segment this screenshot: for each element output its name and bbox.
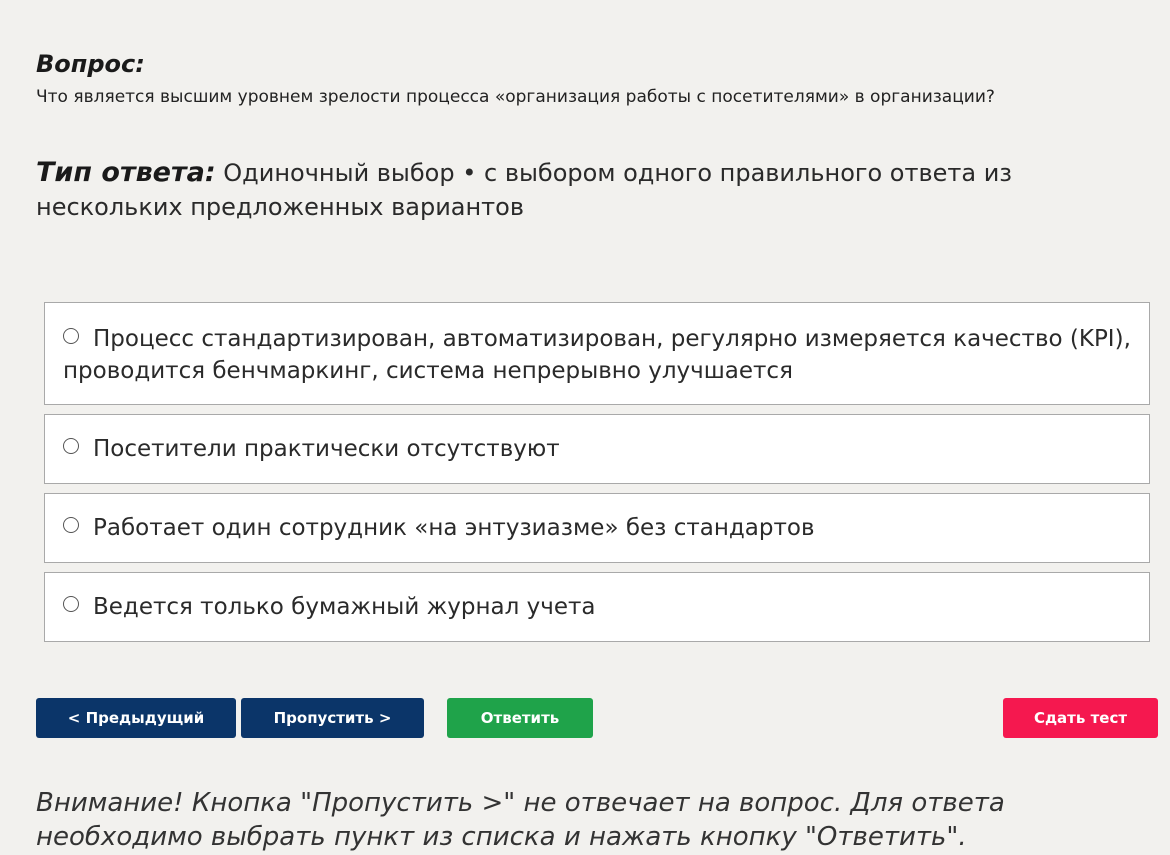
answer-options: Процесс стандартизирован, автоматизирова… bbox=[44, 302, 1150, 651]
option-3[interactable]: Работает один сотрудник «на энтузиазме» … bbox=[44, 493, 1150, 563]
question-text: Что является высшим уровнем зрелости про… bbox=[36, 87, 995, 107]
option-label: Ведется только бумажный журнал учета bbox=[93, 594, 596, 620]
question-label: Вопрос: bbox=[36, 50, 145, 78]
skip-notice: Внимание! Кнопка "Пропустить >" не отвеч… bbox=[36, 788, 1005, 852]
radio-icon[interactable] bbox=[63, 438, 79, 454]
previous-button[interactable]: < Предыдущий bbox=[36, 698, 236, 738]
option-label: Посетители практически отсутствуют bbox=[93, 436, 560, 462]
option-1[interactable]: Процесс стандартизирован, автоматизирова… bbox=[44, 302, 1150, 405]
option-label: Процесс стандартизирован, автоматизирова… bbox=[63, 326, 1131, 384]
option-4[interactable]: Ведется только бумажный журнал учета bbox=[44, 572, 1150, 642]
answer-type-label: Тип ответа: bbox=[36, 157, 216, 188]
answer-button[interactable]: Ответить bbox=[447, 698, 593, 738]
submit-test-button[interactable]: Сдать тест bbox=[1003, 698, 1158, 738]
radio-icon[interactable] bbox=[63, 596, 79, 612]
option-2[interactable]: Посетители практически отсутствуют bbox=[44, 414, 1150, 484]
radio-icon[interactable] bbox=[63, 328, 79, 344]
option-label: Работает один сотрудник «на энтузиазме» … bbox=[93, 515, 815, 541]
answer-type: Тип ответа: Одиночный выбор • с выбором … bbox=[36, 156, 1146, 224]
skip-button[interactable]: Пропустить > bbox=[241, 698, 424, 738]
radio-icon[interactable] bbox=[63, 517, 79, 533]
